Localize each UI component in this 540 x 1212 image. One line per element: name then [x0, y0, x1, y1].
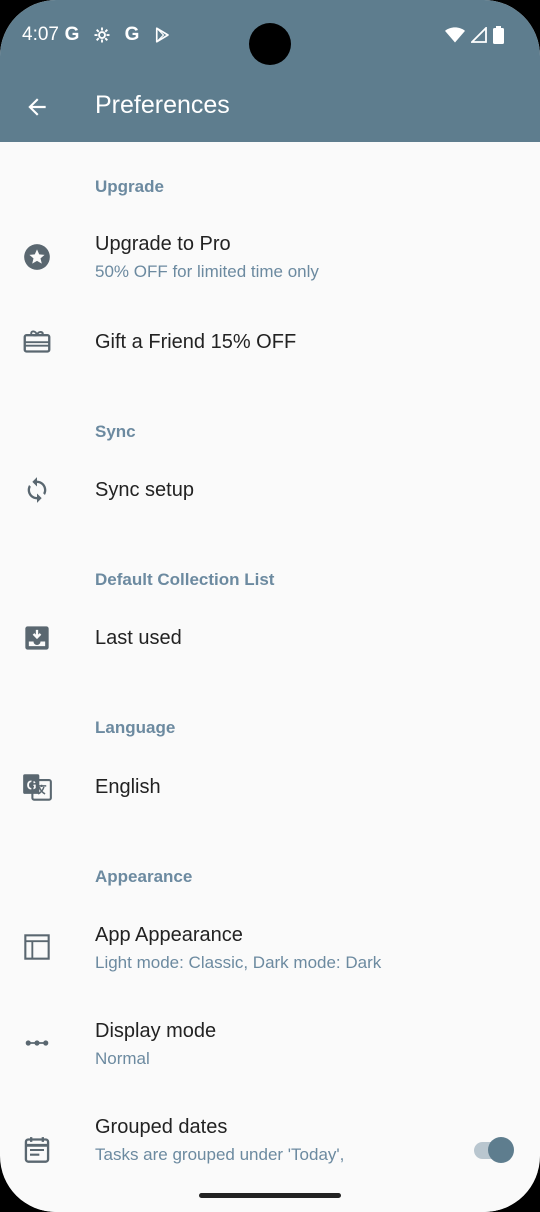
section-header-default-collection: Default Collection List — [95, 570, 275, 589]
app-bar: Preferences — [0, 72, 540, 142]
status-time: 4:07 — [22, 24, 59, 45]
translate-icon: G — [22, 772, 52, 802]
pref-summary: Tasks are grouped under 'Today', — [95, 1145, 345, 1164]
pref-language-english[interactable]: G English — [0, 751, 540, 823]
pref-title: English — [95, 776, 161, 798]
pref-title: Last used — [95, 627, 182, 649]
pref-last-used[interactable]: Last used — [0, 602, 540, 674]
pref-summary: Light mode: Classic, Dark mode: Dark — [95, 953, 382, 972]
section-header-upgrade: Upgrade — [95, 177, 164, 196]
sync-icon — [22, 475, 52, 505]
pref-app-appearance[interactable]: App Appearance Light mode: Classic, Dark… — [0, 910, 540, 986]
pref-title: Upgrade to Pro — [95, 233, 231, 255]
device-screen: 4:07 G G Preferences Upgrade Upgrade to … — [0, 0, 540, 1212]
wifi-icon — [445, 27, 465, 48]
back-button[interactable] — [20, 90, 54, 124]
signal-icon — [469, 25, 487, 48]
home-indicator[interactable] — [199, 1193, 341, 1198]
page-title: Preferences — [95, 91, 230, 119]
status-system-icons — [445, 25, 504, 49]
pref-summary: 50% OFF for limited time only — [95, 262, 319, 281]
section-header-sync: Sync — [95, 422, 136, 441]
status-notification-icons: G G — [62, 24, 172, 46]
dots-line-icon — [22, 1028, 52, 1058]
calendar-icon — [22, 1135, 52, 1165]
pref-summary: Normal — [95, 1049, 150, 1068]
pref-upgrade-to-pro[interactable]: Upgrade to Pro 50% OFF for limited time … — [0, 220, 540, 296]
pref-title: Grouped dates — [95, 1116, 228, 1138]
section-header-appearance: Appearance — [95, 867, 193, 886]
pref-title: App Appearance — [95, 924, 243, 946]
arrow-back-icon — [28, 98, 46, 116]
google-icon: G — [124, 24, 140, 45]
pref-title: Sync setup — [95, 479, 194, 501]
section-header-language: Language — [95, 718, 176, 737]
pref-gift-a-friend[interactable]: Gift a Friend 15% OFF — [0, 306, 540, 378]
gesture-bar-area — [0, 1172, 540, 1212]
pref-grouped-dates[interactable]: Grouped dates Tasks are grouped under 'T… — [0, 1102, 540, 1172]
settings-icon — [92, 24, 112, 46]
layout-icon — [22, 932, 52, 962]
pref-title: Display mode — [95, 1020, 217, 1042]
grouped-dates-toggle[interactable] — [472, 1136, 516, 1164]
play-store-icon — [152, 24, 172, 46]
pref-display-mode[interactable]: Display mode Normal — [0, 1006, 540, 1082]
google-icon: G — [64, 24, 80, 45]
front-camera — [249, 23, 291, 65]
battery-icon — [493, 26, 504, 49]
pref-sync-setup[interactable]: Sync setup — [0, 454, 540, 526]
inbox-download-icon — [22, 623, 52, 653]
toggle-thumb — [488, 1137, 514, 1163]
star-badge-icon — [22, 242, 52, 272]
gift-card-icon — [22, 326, 52, 356]
preferences-list[interactable]: Upgrade Upgrade to Pro 50% OFF for limit… — [0, 142, 540, 1172]
status-bar: 4:07 G G — [0, 0, 540, 72]
pref-title: Gift a Friend 15% OFF — [95, 331, 297, 353]
